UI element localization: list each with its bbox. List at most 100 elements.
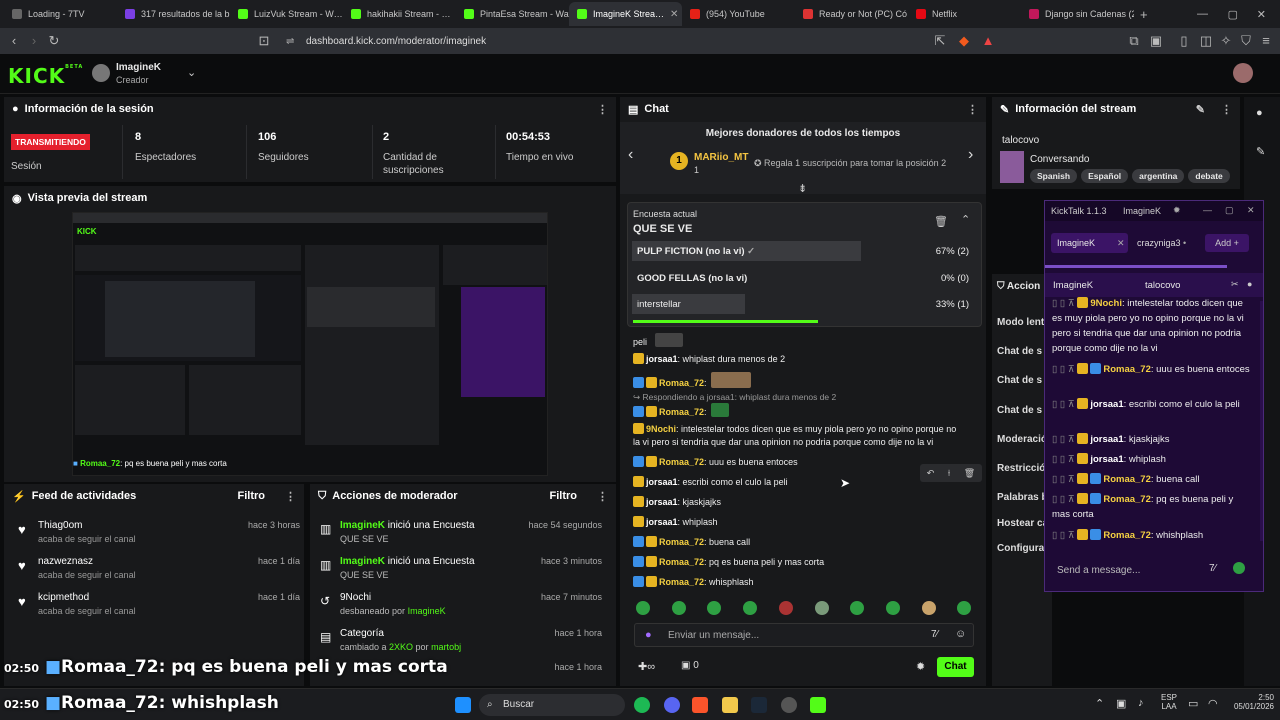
browser-tab[interactable]: PintaEsa Stream - Wat… bbox=[456, 2, 569, 26]
wifi-icon[interactable]: ◠ bbox=[1208, 697, 1218, 710]
mod-tools-icon[interactable]: ▯ ▯ ⊼ bbox=[1052, 434, 1077, 445]
delete-icon[interactable]: 🗑 bbox=[964, 468, 975, 479]
share-icon[interactable]: ⇱ bbox=[932, 33, 948, 49]
add-tab-button[interactable]: Add + bbox=[1205, 234, 1249, 252]
browser-tab-active[interactable]: ImagineK Strea… ✕ bbox=[569, 2, 682, 26]
chat-username[interactable]: Romaa_72 bbox=[1103, 364, 1151, 375]
bookmark-icon[interactable]: ⊡ bbox=[256, 33, 272, 49]
mod-tools-icon[interactable]: ▯ ▯ ⊼ bbox=[1052, 530, 1077, 541]
tray-app-icon[interactable]: ▣ bbox=[1116, 697, 1126, 710]
gear-icon[interactable]: ✹ bbox=[1173, 205, 1181, 216]
close-tab-icon[interactable]: • bbox=[1183, 238, 1186, 248]
chat-username[interactable]: jorsaa1 bbox=[646, 477, 678, 487]
reply-reference[interactable]: ↪ Respondiendo a jorsaa1: whiplast dura … bbox=[633, 392, 836, 403]
chat-username[interactable]: Romaa_72 bbox=[659, 577, 704, 587]
mod-tools-icon[interactable]: ▯ ▯ ⊼ bbox=[1052, 474, 1077, 485]
emote-icon[interactable] bbox=[886, 601, 900, 615]
close-tab-icon[interactable]: ✕ bbox=[670, 9, 678, 20]
channel-name[interactable]: ImagineK bbox=[1053, 280, 1093, 291]
7tv-icon[interactable]: 7⁄ bbox=[931, 629, 938, 640]
mod-tools-icon[interactable]: ▯ ▯ ⊼ bbox=[1052, 364, 1077, 375]
minimize-icon[interactable]: — bbox=[1197, 8, 1208, 20]
mic-icon[interactable]: ♪ bbox=[1138, 697, 1144, 709]
discord-icon[interactable] bbox=[664, 697, 680, 713]
new-tab-icon[interactable]: + bbox=[1140, 7, 1148, 22]
vpn-icon[interactable]: ⛉ bbox=[1238, 33, 1254, 49]
tray-chevron-icon[interactable]: ⌃ bbox=[1095, 697, 1104, 710]
emote-icon[interactable] bbox=[815, 601, 829, 615]
chat-input[interactable]: ● Enviar un mensaje... 7⁄ ☺ bbox=[634, 623, 974, 647]
tag-chip[interactable]: Spanish bbox=[1030, 169, 1078, 183]
emote-icon[interactable] bbox=[707, 601, 721, 615]
reload-icon[interactable]: ↻ bbox=[46, 33, 62, 49]
browser-tab[interactable]: Ready or Not (PC) Có… bbox=[795, 2, 908, 26]
address-bar[interactable]: ⇌ dashboard.kick.com/moderator/imaginek bbox=[280, 31, 980, 51]
chat-username[interactable]: jorsaa1 bbox=[646, 354, 678, 364]
7tv-icon[interactable]: 7⁄ bbox=[1209, 563, 1216, 574]
leo-icon[interactable]: ✧ bbox=[1218, 33, 1234, 49]
pin-icon[interactable]: ⍿ bbox=[948, 468, 950, 479]
trash-icon[interactable]: 🗑 bbox=[934, 215, 948, 228]
close-icon[interactable]: ✕ bbox=[1247, 205, 1255, 216]
steam-icon[interactable] bbox=[751, 697, 767, 713]
emote-picker-icon[interactable] bbox=[1233, 562, 1245, 574]
forward-icon[interactable]: › bbox=[26, 33, 42, 49]
kicktalk-tab-active[interactable]: ImagineK ✕ bbox=[1051, 233, 1128, 253]
extensions-icon[interactable]: ⧉ bbox=[1126, 33, 1142, 49]
scrollbar[interactable] bbox=[1260, 301, 1263, 541]
file-explorer-icon[interactable] bbox=[722, 697, 738, 713]
filter-button[interactable]: Filtro bbox=[550, 490, 578, 502]
chat-username[interactable]: Romaa_72 bbox=[659, 537, 704, 547]
tag-chip[interactable]: Español bbox=[1081, 169, 1129, 183]
action-chat-mode[interactable]: Chat de s bbox=[997, 405, 1042, 416]
points-icon[interactable]: ✚∞ bbox=[638, 660, 655, 673]
send-chat-button[interactable]: Chat bbox=[937, 657, 974, 677]
chat-username[interactable]: jorsaa1 bbox=[1090, 434, 1123, 445]
profile-avatar[interactable] bbox=[1233, 63, 1253, 83]
browser-tab[interactable]: Loading - 7TV bbox=[4, 2, 117, 26]
kicktalk-tab[interactable]: crazyniga3 • bbox=[1137, 238, 1186, 248]
chat-username[interactable]: jorsaa1 bbox=[646, 497, 678, 507]
next-arrow-icon[interactable]: › bbox=[968, 146, 973, 164]
more-icon[interactable]: ⋮ bbox=[597, 490, 608, 503]
browser-tab[interactable]: hakihakii Stream - … bbox=[343, 2, 456, 26]
brave-shield-icon[interactable]: ◆ bbox=[956, 33, 972, 49]
action-chat-mode[interactable]: Chat de s bbox=[997, 375, 1042, 386]
chat-username[interactable]: jorsaa1 bbox=[646, 517, 678, 527]
chat-username[interactable]: 9Nochi bbox=[646, 424, 676, 434]
actor-name[interactable]: ImagineK bbox=[340, 556, 385, 567]
browser-tab[interactable]: 317 resultados de la b… bbox=[117, 2, 230, 26]
spotify-icon[interactable] bbox=[634, 697, 650, 713]
collapse-icon[interactable]: ⇟ bbox=[798, 182, 807, 195]
browser-tab[interactable]: Django sin Cadenas (2… bbox=[1021, 2, 1134, 26]
settings-icon[interactable]: ✹ bbox=[916, 660, 925, 673]
action-text[interactable]: 9Nochi bbox=[340, 592, 371, 603]
filter-button[interactable]: Filtro bbox=[238, 490, 266, 502]
user-icon[interactable]: ● bbox=[1247, 279, 1252, 289]
poll-option[interactable]: interstellar 33% (1) bbox=[632, 294, 974, 314]
emote-icon[interactable] bbox=[957, 601, 971, 615]
chat-username[interactable]: Romaa_72 bbox=[1103, 474, 1151, 485]
language-indicator[interactable]: ESP LAA bbox=[1161, 693, 1177, 711]
action-restrictions[interactable]: Restricció bbox=[997, 463, 1045, 474]
mod-tools-icon[interactable]: ▯ ▯ ⊼ bbox=[1052, 399, 1077, 410]
chat-username[interactable]: 9Nochi bbox=[1090, 298, 1122, 309]
maximize-icon[interactable]: ▢ bbox=[1225, 205, 1234, 216]
emote-icon[interactable] bbox=[779, 601, 793, 615]
follower-name[interactable]: nazweznasz bbox=[38, 556, 93, 567]
actor-name[interactable]: martobj bbox=[431, 642, 461, 652]
browser-tab[interactable]: (954) YouTube bbox=[682, 2, 795, 26]
follower-name[interactable]: kcipmethod bbox=[38, 592, 89, 603]
tab-search-icon[interactable]: ▣ bbox=[1148, 33, 1164, 49]
chat-username[interactable]: jorsaa1 bbox=[1090, 454, 1123, 465]
brave-rewards-icon[interactable]: ▲ bbox=[980, 33, 996, 49]
poll-option[interactable]: PULP FICTION (no la vi) ✓ 67% (2) bbox=[632, 241, 974, 261]
prev-arrow-icon[interactable]: ‹ bbox=[628, 146, 633, 164]
more-icon[interactable]: ⋮ bbox=[285, 490, 296, 503]
more-icon[interactable]: ⋮ bbox=[1221, 103, 1232, 116]
taskbar-search[interactable]: ⌕ Buscar bbox=[479, 694, 625, 716]
close-tab-icon[interactable]: ✕ bbox=[1117, 238, 1125, 249]
actor-name[interactable]: ImagineK bbox=[340, 520, 385, 531]
mic-icon[interactable]: ● bbox=[645, 629, 652, 641]
more-icon[interactable]: ⋮ bbox=[967, 103, 978, 116]
